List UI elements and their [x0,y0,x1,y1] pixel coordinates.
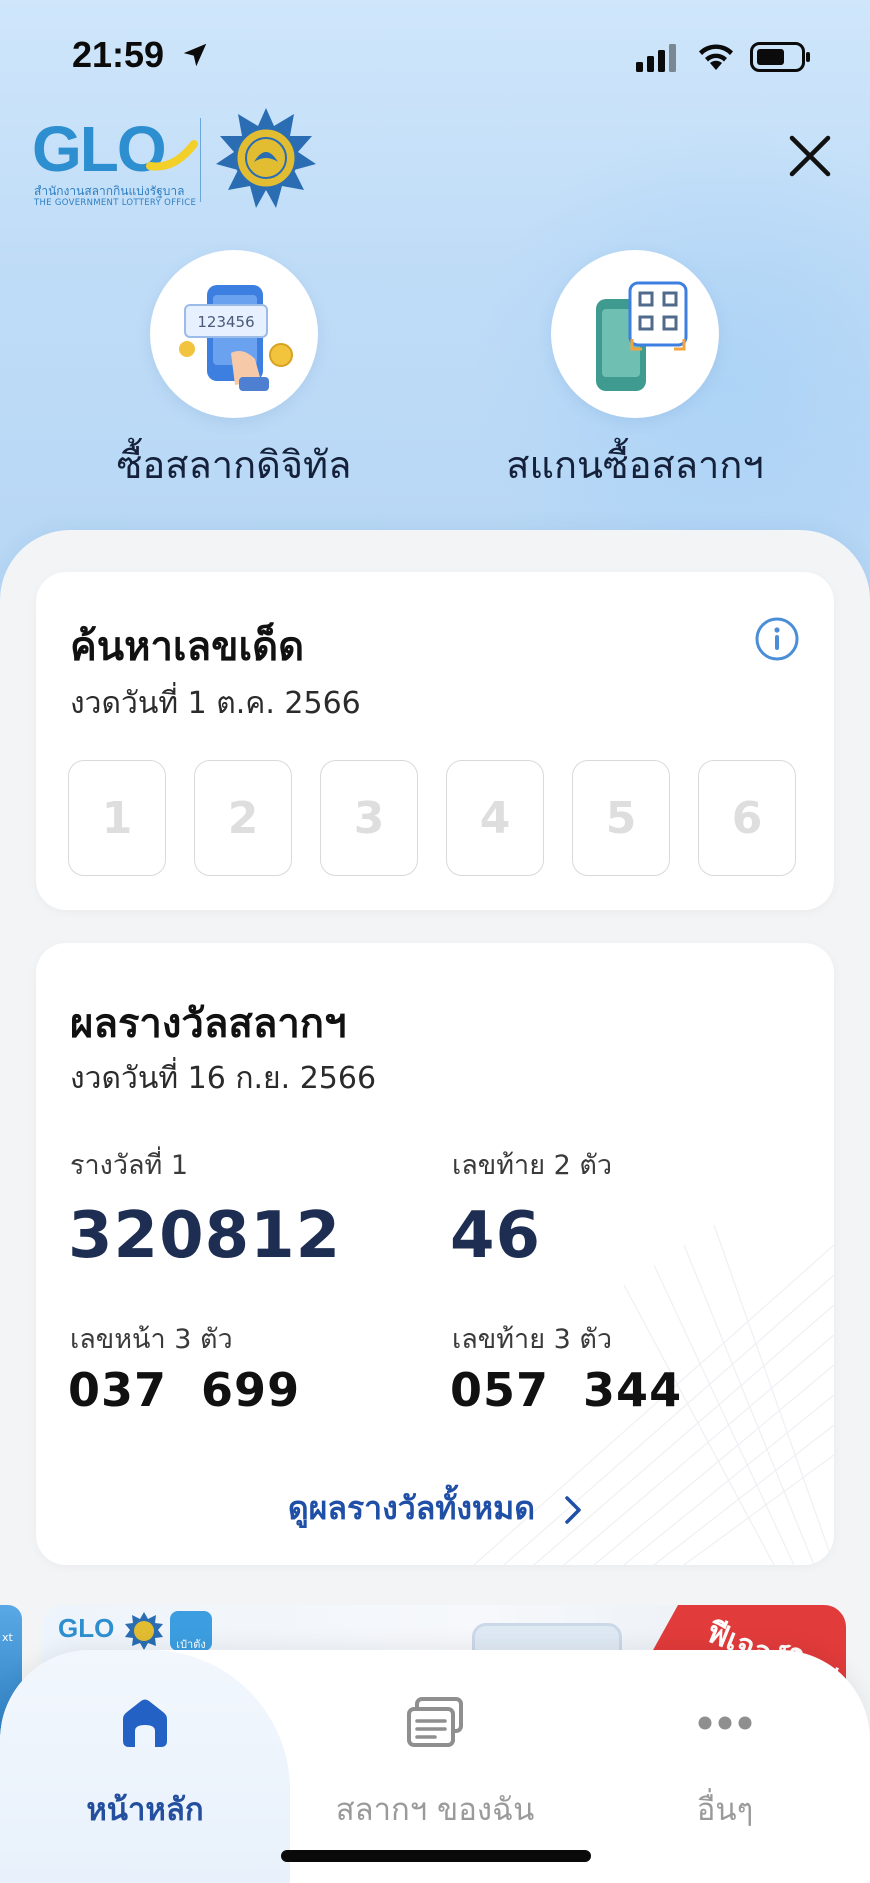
results-title: ผลรางวัลสลากฯ [70,1001,347,1047]
front3-numbers: 037 699 [68,1363,301,1417]
banner-emblem-icon [125,1612,163,1650]
digit-input-5[interactable]: 5 [572,760,670,876]
qr-scan-icon [596,281,688,391]
location-arrow-icon [183,43,207,67]
scan-buy-label: สแกนซื้อสลากฯ [506,443,764,487]
logo-subtitle-en: THE GOVERNMENT LOTTERY OFFICE [34,198,197,208]
buy-digital-circle: 123456 [150,250,318,418]
banner-glo-logo: GLO [58,1613,115,1643]
pao-tang-app-icon: เป๋าตัง [170,1611,212,1651]
logo-swoosh [146,140,198,171]
first-prize-label: รางวัลที่ 1 [70,1150,189,1181]
last2-number: 46 [450,1199,542,1273]
digit-input-3[interactable]: 3 [320,760,418,876]
digit-input-2[interactable]: 2 [194,760,292,876]
see-all-label: ดูผลรางวัลทั้งหมด [287,1489,536,1527]
scan-buy-lottery-button[interactable]: สแกนซื้อสลากฯ [445,250,825,495]
last2-label: เลขท้าย 2 ตัว [452,1150,613,1181]
tab-home-label: หน้าหลัก [86,1792,204,1828]
wifi-icon [699,44,733,70]
home-icon [123,1699,167,1747]
scan-buy-circle [551,250,719,418]
search-title: ค้นหาเลขเด็ด [70,624,305,670]
buy-digital-label: ซื้อสลากดิจิทัล [116,443,352,487]
see-all-results-link[interactable]: ดูผลรางวัลทั้งหมด [36,1483,834,1534]
emblem-icon [216,108,316,208]
tab-my-lottery[interactable]: สลากฯ ของฉัน [290,1690,580,1834]
tab-more-label: อื่นๆ [696,1792,754,1828]
last3-numbers: 057 344 [450,1363,683,1417]
status-bar: 21:59 [0,0,870,110]
battery-icon [750,42,810,72]
buy-digital-lottery-button[interactable]: 123456 ซื้อสลากดิจิทัล [44,250,424,495]
previous-banner-text: xt [2,1631,13,1644]
front3-label: เลขหน้า 3 ตัว [70,1324,233,1355]
close-icon[interactable] [784,130,836,182]
more-dots-icon [698,1716,752,1730]
ticket-number: 123456 [197,313,254,331]
digit-inputs: 1 2 3 4 5 6 [68,760,796,876]
digit-input-1[interactable]: 1 [68,760,166,876]
tab-more[interactable]: อื่นๆ [580,1690,870,1834]
tickets-icon [407,1697,463,1747]
tab-home[interactable]: หน้าหลัก [0,1690,290,1834]
tab-my-lottery-label: สลากฯ ของฉัน [335,1792,535,1828]
digit-input-4[interactable]: 4 [446,760,544,876]
lucky-number-search-card: ค้นหาเลขเด็ด งวดวันที่ 1 ต.ค. 2566 1 2 3… [36,572,834,910]
glo-logo: GLO สำนักงานสลากกินแบ่งรัฐบาล THE GOVERN… [32,108,332,212]
home-indicator [281,1850,591,1862]
lottery-results-card: ผลรางวัลสลากฯ งวดวันที่ 16 ก.ย. 2566 ราง… [36,943,834,1565]
status-time: 21:59 [72,34,165,75]
logo-divider [200,118,201,202]
cellular-signal-icon [636,44,676,72]
digital-lottery-icon: 123456 [179,285,293,391]
last3-label: เลขท้าย 3 ตัว [452,1324,613,1355]
search-draw-date: งวดวันที่ 1 ต.ค. 2566 [70,686,361,721]
info-icon[interactable] [754,616,800,662]
first-prize-number: 320812 [68,1199,342,1273]
chevron-right-icon [565,1496,581,1524]
digit-input-6[interactable]: 6 [698,760,796,876]
results-draw-date: งวดวันที่ 16 ก.ย. 2566 [70,1061,377,1096]
